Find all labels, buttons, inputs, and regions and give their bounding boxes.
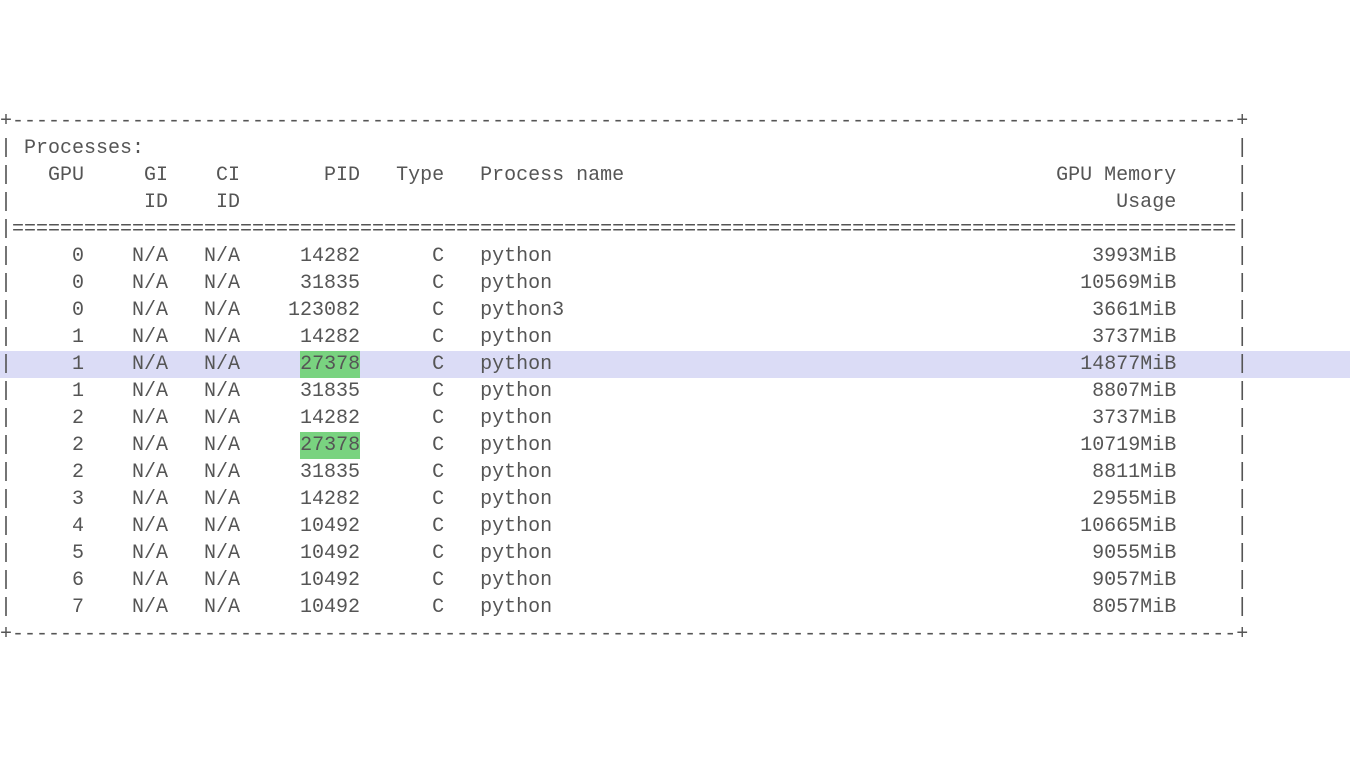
pid-match-highlight: 27378 (300, 351, 360, 378)
process-row[interactable]: | 2 N/A N/A 27378 C python 10719MiB | (0, 432, 1350, 459)
process-row[interactable]: | 0 N/A N/A 123082 C python3 3661MiB | (0, 297, 1350, 324)
process-row[interactable]: | 1 N/A N/A 14282 C python 3737MiB | (0, 324, 1350, 351)
process-row[interactable]: | 0 N/A N/A 31835 C python 10569MiB | (0, 270, 1350, 297)
pid-match-highlight: 27378 (300, 432, 360, 459)
border-top: +---------------------------------------… (0, 108, 1350, 135)
nvidia-smi-processes: +---------------------------------------… (0, 108, 1350, 648)
process-row[interactable]: | 7 N/A N/A 10492 C python 8057MiB | (0, 594, 1350, 621)
process-row[interactable]: | 2 N/A N/A 31835 C python 8811MiB | (0, 459, 1350, 486)
process-row[interactable]: | 6 N/A N/A 10492 C python 9057MiB | (0, 567, 1350, 594)
process-row[interactable]: | 1 N/A N/A 27378 C python 14877MiB | (0, 351, 1350, 378)
process-row[interactable]: | 4 N/A N/A 10492 C python 10665MiB | (0, 513, 1350, 540)
process-row[interactable]: | 2 N/A N/A 14282 C python 3737MiB | (0, 405, 1350, 432)
process-row[interactable]: | 3 N/A N/A 14282 C python 2955MiB | (0, 486, 1350, 513)
header-separator: |=======================================… (0, 216, 1350, 243)
process-row[interactable]: | 0 N/A N/A 14282 C python 3993MiB | (0, 243, 1350, 270)
header-row-1: | GPU GI CI PID Type Process name GPU Me… (0, 162, 1350, 189)
section-title: | Processes: | (0, 135, 1350, 162)
header-row-2: | ID ID Usage | (0, 189, 1350, 216)
border-bottom: +---------------------------------------… (0, 621, 1350, 648)
process-row[interactable]: | 1 N/A N/A 31835 C python 8807MiB | (0, 378, 1350, 405)
process-row[interactable]: | 5 N/A N/A 10492 C python 9055MiB | (0, 540, 1350, 567)
